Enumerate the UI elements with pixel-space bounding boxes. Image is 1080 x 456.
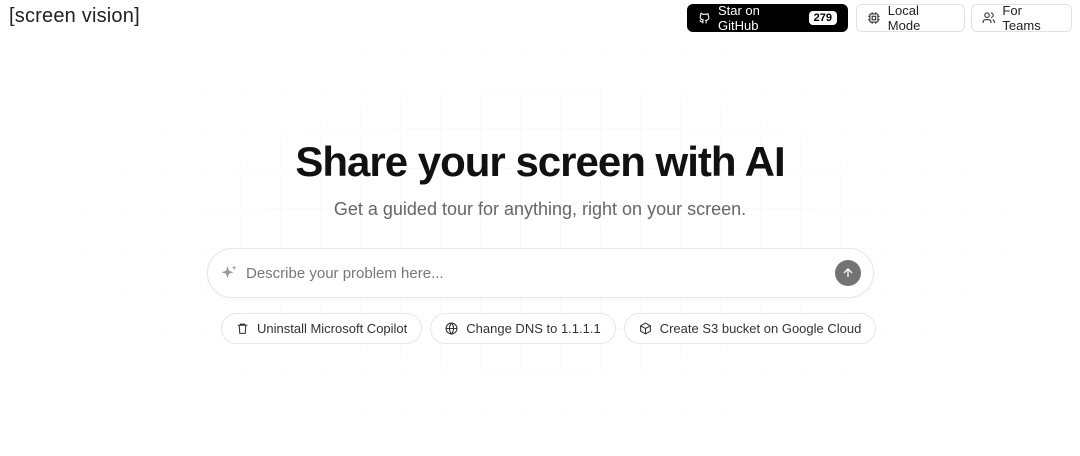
page-title: Share your screen with AI — [295, 138, 785, 185]
star-count-badge: 279 — [808, 11, 837, 25]
globe-icon — [445, 322, 458, 335]
local-mode-button[interactable]: Local Mode — [856, 3, 965, 33]
suggestion-label: Change DNS to 1.1.1.1 — [466, 321, 601, 336]
suggestion-change-dns[interactable]: Change DNS to 1.1.1.1 — [430, 313, 616, 344]
trash-icon — [237, 323, 248, 334]
send-button[interactable] — [835, 260, 861, 286]
github-icon — [699, 12, 710, 24]
box-icon — [639, 322, 651, 335]
suggestion-label: Uninstall Microsoft Copilot — [257, 321, 408, 336]
suggestion-create-s3[interactable]: Create S3 bucket on Google Cloud — [623, 313, 877, 344]
local-mode-label: Local Mode — [887, 3, 921, 33]
suggestion-label: Create S3 bucket on Google Cloud — [659, 321, 862, 336]
subtitle: Get a guided tour for anything, right on… — [333, 199, 747, 219]
arrow-up-icon — [843, 268, 853, 278]
github-label: Star on GitHub — [717, 3, 760, 33]
users-icon — [982, 12, 995, 24]
problem-input[interactable] — [246, 264, 835, 282]
suggestion-uninstall-copilot[interactable]: Uninstall Microsoft Copilot — [221, 313, 423, 344]
background-grid — [0, 0, 1080, 456]
chip-icon — [868, 12, 880, 24]
for-teams-label: For Teams — [1002, 3, 1041, 33]
star-github-button[interactable]: Star on GitHub 279 — [687, 3, 848, 33]
logo[interactable]: [screen vision] — [9, 5, 140, 28]
sparkles-icon — [221, 265, 237, 279]
search-box — [207, 248, 874, 298]
for-teams-button[interactable]: For Teams — [971, 3, 1072, 33]
